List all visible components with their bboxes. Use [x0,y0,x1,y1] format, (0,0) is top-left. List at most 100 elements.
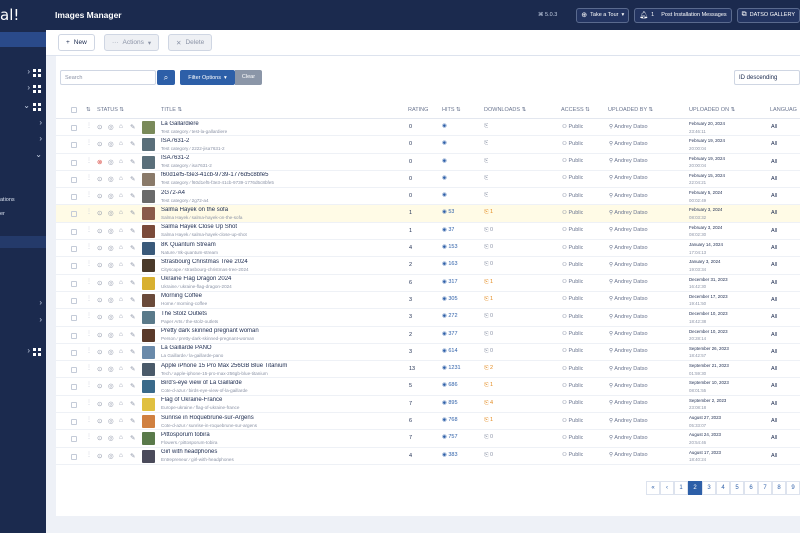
image-thumbnail[interactable] [142,242,155,256]
hidden-icon[interactable]: ◎ [108,279,114,287]
table-row[interactable]: ⋮ ⊙ ◎ ⌂ ✎ La Gaillarde PANO La Gaillarde ⁄ la-… [56,344,800,362]
edit-icon[interactable]: ✎ [130,140,135,148]
lock-icon[interactable]: ⌂ [119,331,123,338]
row-checkbox[interactable] [71,401,77,408]
clear-button[interactable]: Clear [235,70,262,85]
published-icon[interactable]: ⊙ [97,365,102,373]
drag-handle-icon[interactable]: ⋮ [86,347,92,354]
column-status[interactable]: STATUS ⇅ [97,107,124,113]
image-title-link[interactable]: Girl with headphones [161,449,396,455]
row-checkbox[interactable] [71,263,77,270]
image-thumbnail[interactable] [142,311,155,325]
lock-icon[interactable]: ⌂ [119,417,123,424]
lock-icon[interactable]: ⌂ [119,313,123,320]
lock-icon[interactable]: ⌂ [119,140,123,147]
first-page-button[interactable]: « [646,481,660,495]
table-row[interactable]: ⋮ ⊙ ◎ ⌂ ✎ Pittosporum tobira Flowers ⁄ pittosp… [56,430,800,448]
published-icon[interactable]: ⊙ [97,175,102,183]
row-checkbox[interactable] [71,228,77,235]
drag-handle-icon[interactable]: ⋮ [86,278,92,285]
page-button-7[interactable]: 7 [758,481,772,495]
drag-handle-icon[interactable]: ⋮ [86,174,92,181]
drag-handle-icon[interactable]: ⋮ [86,243,92,250]
drag-handle-icon[interactable]: ⋮ [86,260,92,267]
lock-icon[interactable]: ⌂ [119,209,123,216]
edit-icon[interactable]: ✎ [130,192,135,200]
image-title-link[interactable]: Sunrise in Roquebrune-sur-Argens [161,415,396,421]
edit-icon[interactable]: ✎ [130,382,135,390]
table-row[interactable]: ⋮ ⊙ ◎ ⌂ ✎ La Gallardière Test category ⁄ test-… [56,119,800,137]
lock-icon[interactable]: ⌂ [119,244,123,251]
published-icon[interactable]: ⊙ [97,123,102,131]
published-icon[interactable]: ⊙ [97,313,102,321]
page-button-5[interactable]: 5 [730,481,744,495]
image-title-link[interactable]: Pittosporum tobira [161,432,396,438]
lock-icon[interactable]: ⌂ [119,348,123,355]
drag-handle-icon[interactable]: ⋮ [86,451,92,458]
table-row[interactable]: ⋮ ⊙ ◎ ⌂ ✎ Pretty dark skinned pregnant woman P… [56,327,800,344]
edit-icon[interactable]: ✎ [130,209,135,217]
drag-handle-icon[interactable]: ⋮ [86,226,92,233]
search-input[interactable]: Search [60,70,156,85]
drag-handle-icon[interactable]: ⋮ [86,399,92,406]
image-thumbnail[interactable] [142,190,155,204]
image-title-link[interactable]: Salma Hayek Close Up Shot [161,224,396,230]
hidden-icon[interactable]: ◎ [108,192,114,200]
uploaded-by[interactable]: ⚲ Andrey Datso [609,331,648,337]
drag-handle-icon[interactable]: ⋮ [86,312,92,319]
image-thumbnail[interactable] [142,380,155,394]
drag-handle-icon[interactable]: ⋮ [86,139,92,146]
edit-icon[interactable]: ✎ [130,348,135,356]
published-icon[interactable]: ⊙ [97,227,102,235]
drag-handle-icon[interactable]: ⋮ [86,208,92,215]
column-access[interactable]: ACCESS ⇅ [561,107,590,113]
row-checkbox[interactable] [71,349,77,356]
column-downloads[interactable]: DOWNLOADS ⇅ [484,107,526,113]
row-checkbox[interactable] [71,125,77,131]
image-title-link[interactable]: 2G72-A4 [161,190,396,196]
table-row[interactable]: ⋮ ⊙ ◎ ⌂ ✎ Flag of Ukraine-France Europe-ukrain… [56,396,800,414]
drag-handle-icon[interactable]: ⋮ [86,364,92,371]
sidebar-item-selected[interactable] [0,236,46,248]
edit-icon[interactable]: ✎ [130,158,135,166]
page-button-3[interactable]: 3 [702,481,716,495]
row-checkbox[interactable] [71,142,77,149]
lock-icon[interactable]: ⌂ [119,382,123,389]
new-button[interactable]: + New [58,34,95,51]
image-thumbnail[interactable] [142,328,155,342]
table-row[interactable]: ⋮ ⊙ ◎ ⌂ ✎ Ukraine Flag Dragon 2024 Ukraine ⁄ u… [56,275,800,292]
sidebar-item-3[interactable]: ⌄ [0,101,46,113]
drag-handle-icon[interactable]: ⋮ [86,433,92,440]
row-checkbox[interactable] [71,315,77,322]
table-row[interactable]: ⋮ ⊙ ◎ ⌂ ✎ Morning Coffee Home ⁄ morning-coffee… [56,292,800,310]
image-title-link[interactable]: Salma Hayek on the sofa [161,207,396,213]
table-row[interactable]: ⋮ ⊙ ◎ ⌂ ✎ Bird's-eye view of La Gaillarde Cote… [56,378,800,396]
published-icon[interactable]: ⊙ [97,192,102,200]
image-thumbnail[interactable] [142,449,155,463]
image-title-link[interactable]: Morning Coffee [161,293,396,299]
table-row[interactable]: ⋮ ⊙ ◎ ⌂ ✎ Salma Hayek on the sofa Salma Hayek … [56,205,800,223]
hidden-icon[interactable]: ◎ [108,296,114,304]
drag-handle-icon[interactable]: ⋮ [86,295,92,302]
published-icon[interactable]: ⊙ [97,331,102,339]
column-language[interactable]: LANGUAG [770,107,797,113]
column-hits[interactable]: HITS ⇅ [442,107,461,113]
hidden-icon[interactable]: ◎ [108,209,114,217]
edit-icon[interactable]: ✎ [130,434,135,442]
image-title-link[interactable]: La Gallardière [161,121,396,127]
row-checkbox[interactable] [71,176,77,183]
sort-icon[interactable]: ⇅ [86,107,91,113]
lock-icon[interactable]: ⌂ [119,158,123,165]
lock-icon[interactable]: ⌂ [119,434,123,441]
image-thumbnail[interactable] [142,138,155,152]
published-icon[interactable]: ⊙ [97,261,102,269]
drag-handle-icon[interactable]: ⋮ [86,122,92,129]
unpublished-icon[interactable]: ⊗ [97,158,102,166]
lock-icon[interactable]: ⌂ [119,261,123,268]
hidden-icon[interactable]: ◎ [108,331,114,339]
hidden-icon[interactable]: ◎ [108,244,114,252]
table-row[interactable]: ⋮ ⊙ ◎ ⌂ ✎ Girl with headphones Entrepreneur ⁄ … [56,448,800,465]
page-button-1[interactable]: 1 [674,481,688,495]
table-row[interactable]: ⋮ ⊙ ◎ ⌂ ✎ Strasbourg Christmas Tree 2024 Citys… [56,257,800,275]
row-checkbox[interactable] [71,453,77,460]
